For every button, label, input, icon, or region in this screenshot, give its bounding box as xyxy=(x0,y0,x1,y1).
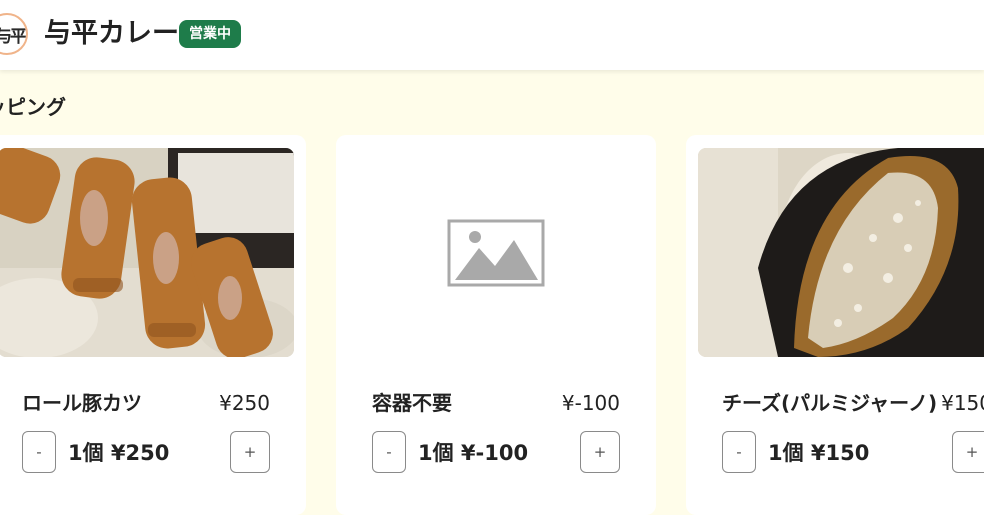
decrease-quantity-button[interactable]: - xyxy=(22,431,56,473)
quantity-subtotal: 1個 ¥250 xyxy=(68,441,170,465)
item-name: 容器不要 xyxy=(372,391,452,415)
item-name: チーズ(パルミジャーノ) xyxy=(722,391,938,415)
cheese-curry-photo xyxy=(698,148,984,357)
image-placeholder-icon xyxy=(348,148,644,357)
item-image[interactable] xyxy=(698,148,984,357)
quantity-subtotal: 1個 ¥150 xyxy=(768,441,870,465)
item-image[interactable] xyxy=(0,148,294,357)
item-price: ¥-100 xyxy=(561,391,620,415)
store-logo: 与平 xyxy=(0,13,28,55)
item-price: ¥150 xyxy=(941,391,984,415)
status-badge: 営業中 xyxy=(179,20,241,48)
increase-quantity-button[interactable]: + xyxy=(230,431,270,473)
menu-card-cheese[interactable]: チーズ(パルミジャーノ) ¥150 - 1個 ¥150 + xyxy=(686,135,984,515)
fried-pork-cutlet-photo xyxy=(0,148,294,357)
section-title: ッピング xyxy=(0,95,66,119)
store-logo-text: 与平 xyxy=(0,26,26,47)
store-header: 与平 与平カレー 営業中 xyxy=(0,0,984,70)
increase-quantity-button[interactable]: + xyxy=(580,431,620,473)
item-image[interactable] xyxy=(348,148,644,357)
item-name: ロール豚カツ xyxy=(22,391,142,415)
increase-quantity-button[interactable]: + xyxy=(952,431,984,473)
item-price: ¥250 xyxy=(219,391,270,415)
quantity-subtotal: 1個 ¥-100 xyxy=(418,441,529,465)
decrease-quantity-button[interactable]: - xyxy=(722,431,756,473)
store-name: 与平カレー xyxy=(44,18,179,49)
menu-card-no-container[interactable]: 容器不要 ¥-100 - 1個 ¥-100 + xyxy=(336,135,656,515)
menu-card-roll-tonkatsu[interactable]: ロール豚カツ ¥250 - 1個 ¥250 + xyxy=(0,135,306,515)
decrease-quantity-button[interactable]: - xyxy=(372,431,406,473)
